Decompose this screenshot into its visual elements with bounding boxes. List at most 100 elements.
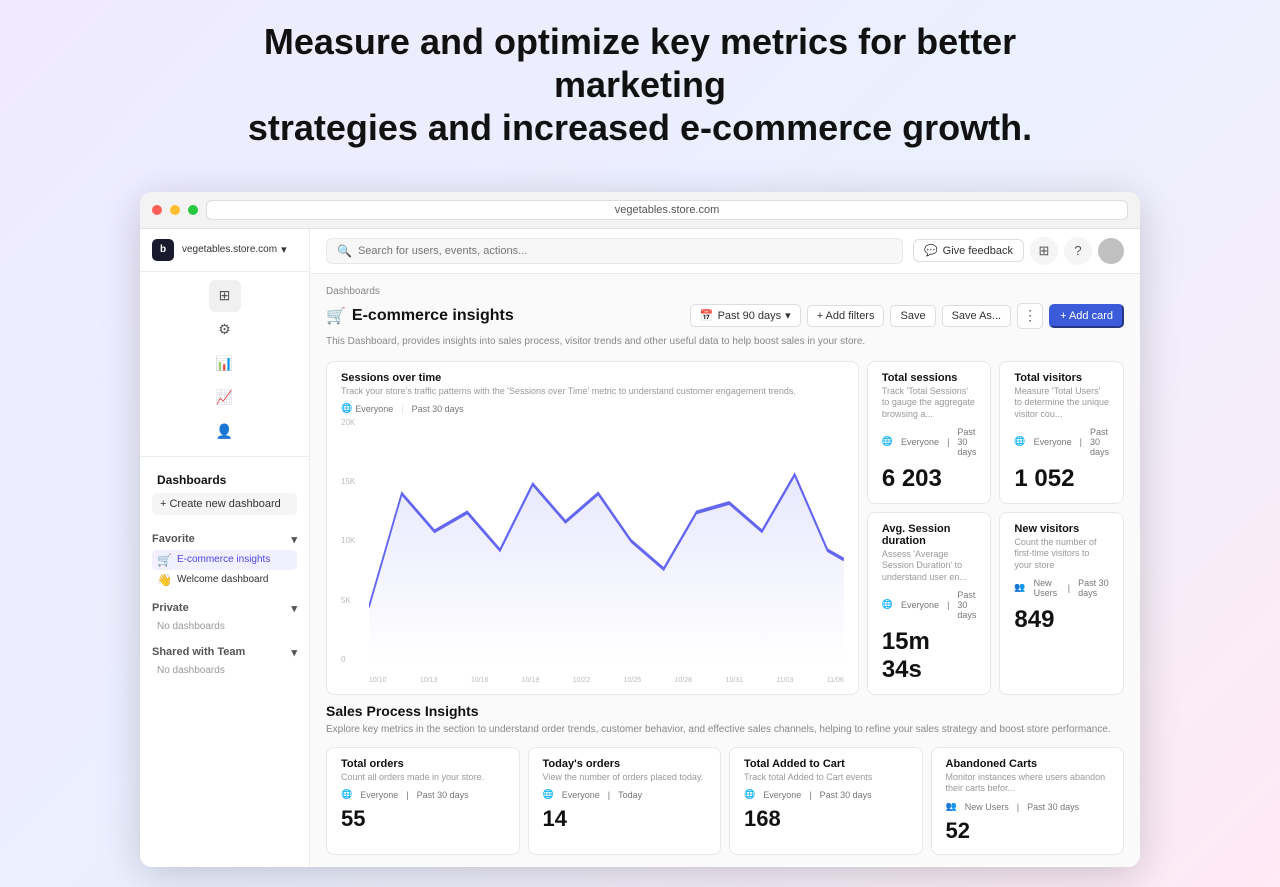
total-sessions-meta: 🌐 Everyone | Past 30 days: [882, 427, 977, 457]
total-visitors-desc: Measure 'Total Users' to determine the u…: [1014, 386, 1109, 421]
total-visitors-card: Total visitors Measure 'Total Users' to …: [999, 361, 1124, 504]
sidebar-icon-nav: ⊞ ⚙ 📊 📈 👤: [140, 272, 309, 456]
todays-orders-title: Today's orders: [543, 758, 707, 770]
favorite-header[interactable]: Favorite ▾: [152, 533, 297, 546]
total-added-cart-desc: Track total Added to Cart events: [744, 772, 908, 784]
globe-icon: 🌐: [882, 599, 893, 610]
nav-dashboard-icon[interactable]: ⊞: [209, 280, 241, 312]
todays-orders-desc: View the number of orders placed today.: [543, 772, 707, 784]
dashboard-header: 🛒 E-commerce insights 📅 Past 90 days ▾ +…: [326, 303, 1124, 329]
private-empty: No dashboards: [152, 619, 297, 634]
add-card-button[interactable]: + Add card: [1049, 304, 1124, 328]
sales-section-title: Sales Process Insights: [326, 703, 1124, 719]
sessions-card-title: Sessions over time: [341, 372, 844, 384]
total-sessions-title: Total sessions: [882, 372, 977, 384]
breadcrumb: Dashboards: [326, 286, 1124, 297]
shared-empty: No dashboards: [152, 663, 297, 678]
nav-users-icon[interactable]: 👤: [209, 416, 241, 448]
new-visitors-value: 849: [1014, 606, 1109, 634]
total-added-cart-title: Total Added to Cart: [744, 758, 908, 770]
sales-section-desc: Explore key metrics in the section to un…: [326, 723, 1124, 737]
top-nav: 🔍 💬 Give feedback ⊞ ?: [310, 229, 1140, 274]
dashboard-title: 🛒 E-commerce insights: [326, 306, 514, 326]
chart-y-labels: 20K15K10K5K0: [341, 418, 369, 663]
total-orders-meta: 🌐 Everyone | Past 30 days: [341, 789, 505, 800]
hero-section: Measure and optimize key metrics for bet…: [190, 20, 1090, 174]
browser-window: vegetables.store.com b vegetables.store.…: [140, 192, 1140, 868]
nav-actions: 💬 Give feedback ⊞ ?: [913, 237, 1124, 265]
chart-svg-container: [369, 418, 844, 663]
globe-icon: 🌐: [1014, 436, 1025, 447]
add-filters-button[interactable]: + Add filters: [807, 305, 885, 327]
sessions-card-meta: 🌐 Everyone | Past 30 days: [341, 403, 844, 414]
save-as-button[interactable]: Save As...: [942, 305, 1012, 327]
sessions-chart: 20K15K10K5K0: [341, 418, 844, 683]
dashboard-content: Dashboards 🛒 E-commerce insights 📅 Past …: [310, 274, 1140, 868]
total-orders-card: Total orders Count all orders made in yo…: [326, 747, 520, 855]
globe-icon: 🌐: [882, 436, 893, 447]
avatar[interactable]: [1098, 238, 1124, 264]
sidebar-header: b vegetables.store.com ▾: [140, 229, 309, 272]
abandoned-carts-card: Abandoned Carts Monitor instances where …: [931, 747, 1125, 855]
save-button[interactable]: Save: [890, 305, 935, 327]
globe-icon: 🌐: [341, 789, 352, 800]
feedback-button[interactable]: 💬 Give feedback: [913, 239, 1024, 262]
grid-icon-button[interactable]: ⊞: [1030, 237, 1058, 265]
total-visitors-meta: 🌐 Everyone | Past 30 days: [1014, 427, 1109, 457]
globe-icon: 🌐: [543, 789, 554, 800]
abandoned-carts-meta: 👥 New Users | Past 30 days: [946, 801, 1110, 812]
total-sessions-desc: Track 'Total Sessions' to gauge the aggr…: [882, 386, 977, 421]
top-cards-row: Sessions over time Track your store's tr…: [326, 361, 1124, 695]
hero-headline: Measure and optimize key metrics for bet…: [190, 20, 1090, 150]
dashboards-section: Dashboards + Create new dashboard: [140, 465, 309, 525]
total-sessions-card: Total sessions Track 'Total Sessions' to…: [867, 361, 992, 504]
dashboard-description: This Dashboard, provides insights into s…: [326, 335, 1124, 349]
avg-session-title: Avg. Session duration: [882, 523, 977, 547]
avg-session-meta: 🌐 Everyone | Past 30 days: [882, 590, 977, 620]
users-icon: 👥: [1014, 582, 1025, 593]
maximize-dot[interactable]: [188, 205, 198, 215]
sessions-meta-period: Past 30 days: [412, 404, 464, 414]
new-visitors-card: New visitors Count the number of first-t…: [999, 512, 1124, 695]
calendar-icon: 📅: [700, 309, 714, 322]
total-added-cart-card: Total Added to Cart Track total Added to…: [729, 747, 923, 855]
total-added-cart-value: 168: [744, 806, 908, 832]
abandoned-carts-desc: Monitor instances where users abandon th…: [946, 772, 1110, 795]
date-filter-button[interactable]: 📅 Past 90 days ▾: [690, 304, 801, 327]
store-selector[interactable]: vegetables.store.com ▾: [182, 243, 287, 256]
abandoned-carts-title: Abandoned Carts: [946, 758, 1110, 770]
sidebar-item-ecommerce[interactable]: 🛒 E-commerce insights: [152, 550, 297, 570]
nav-trends-icon[interactable]: 📈: [209, 382, 241, 414]
globe-icon: 🌐: [744, 789, 755, 800]
minimize-dot[interactable]: [170, 205, 180, 215]
search-container: 🔍: [326, 238, 903, 264]
more-options-button[interactable]: ⋮: [1017, 303, 1043, 329]
shared-header[interactable]: Shared with Team ▾: [152, 646, 297, 659]
sessions-chart-card: Sessions over time Track your store's tr…: [326, 361, 859, 695]
todays-orders-value: 14: [543, 806, 707, 832]
sessions-card-desc: Track your store's traffic patterns with…: [341, 386, 844, 398]
avg-session-desc: Assess 'Average Session Duration' to und…: [882, 549, 977, 584]
chevron-down-icon: ▾: [281, 243, 287, 256]
private-header[interactable]: Private ▾: [152, 602, 297, 615]
feedback-icon: 💬: [924, 244, 938, 257]
chevron-down-icon: ▾: [291, 646, 297, 659]
new-visitors-desc: Count the number of first-time visitors …: [1014, 537, 1109, 572]
close-dot[interactable]: [152, 205, 162, 215]
chevron-down-icon: ▾: [291, 533, 297, 546]
avg-session-card: Avg. Session duration Assess 'Average Se…: [867, 512, 992, 695]
create-dashboard-button[interactable]: + Create new dashboard: [152, 493, 297, 515]
nav-analytics-icon[interactable]: 📊: [209, 348, 241, 380]
search-input[interactable]: [358, 245, 892, 257]
chevron-down-icon: ▾: [785, 309, 791, 322]
nav-settings-icon[interactable]: ⚙: [209, 314, 241, 346]
sessions-meta-everyone: 🌐 Everyone: [341, 403, 393, 414]
help-icon-button[interactable]: ?: [1064, 237, 1092, 265]
chevron-down-icon: ▾: [291, 602, 297, 615]
sidebar-item-welcome[interactable]: 👋 Welcome dashboard: [152, 570, 297, 590]
new-visitors-title: New visitors: [1014, 523, 1109, 535]
welcome-icon: 👋: [157, 573, 172, 587]
total-orders-title: Total orders: [341, 758, 505, 770]
total-added-cart-meta: 🌐 Everyone | Past 30 days: [744, 789, 908, 800]
url-bar[interactable]: vegetables.store.com: [206, 200, 1128, 220]
